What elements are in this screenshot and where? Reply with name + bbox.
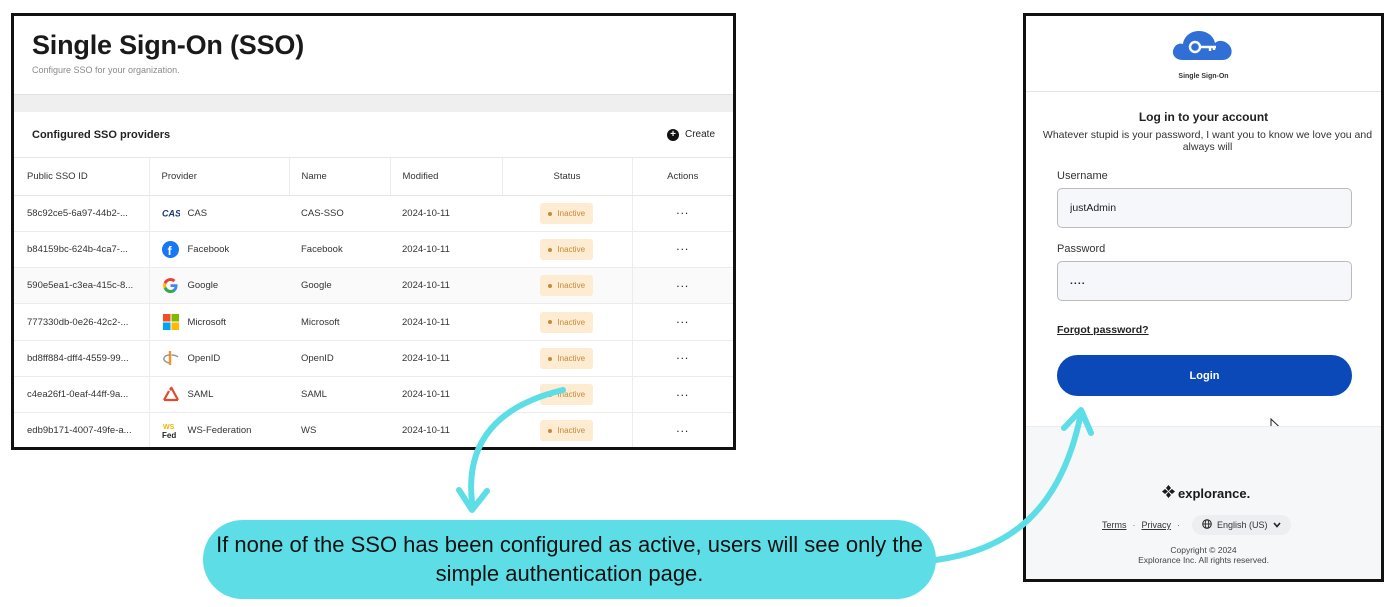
- explanation-callout: If none of the SSO has been configured a…: [203, 520, 936, 599]
- arrow-to-status-icon: [456, 387, 566, 513]
- annotation-arrows: [456, 387, 1094, 563]
- arrow-to-login-icon: [933, 407, 1094, 563]
